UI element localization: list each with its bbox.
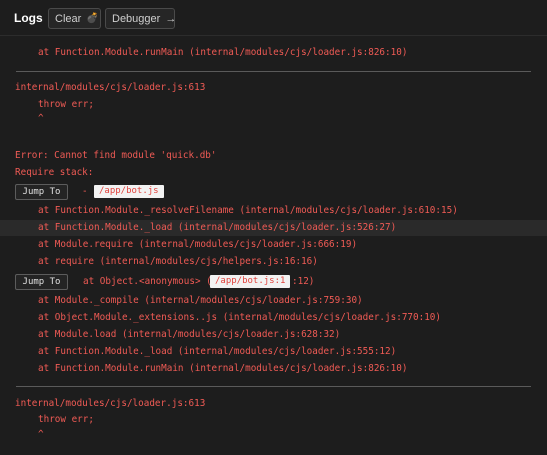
debugger-label: Debugger (112, 12, 161, 25)
file-path-link[interactable]: /app/bot.js (94, 185, 164, 198)
arrow-right-icon: → (165, 12, 177, 25)
jump-prefix: at Object.<anonymous> ( (83, 276, 212, 287)
debugger-button[interactable]: Debugger → (105, 8, 177, 29)
log-separator (16, 386, 531, 387)
jump-to-button[interactable]: Jump To (15, 184, 68, 200)
log-caret-line: ^ (38, 429, 44, 440)
bomb-icon: 💣 (86, 13, 99, 24)
log-file-line: internal/modules/cjs/loader.js:613 (15, 82, 206, 93)
require-stack-label: Require stack: (15, 167, 94, 178)
file-path-link[interactable]: /app/bot.js:1 (210, 275, 291, 288)
jump-to-button[interactable]: Jump To (15, 274, 68, 290)
stack-line: at Function.Module._resolveFilename (int… (38, 205, 458, 216)
stack-line: at Module.require (internal/modules/cjs/… (38, 239, 358, 250)
log-line: at Function.Module.runMain (internal/mod… (38, 47, 408, 58)
jump-prefix: - (82, 186, 88, 197)
logs-header: Logs Clear 💣 Debugger → (0, 0, 547, 36)
stack-line: at Function.Module._load (internal/modul… (38, 346, 397, 357)
jump-suffix: :12) (292, 276, 315, 287)
stack-line: at Function.Module.runMain (internal/mod… (38, 363, 408, 374)
error-message: Error: Cannot find module 'quick.db' (15, 150, 217, 161)
log-separator (16, 71, 531, 72)
log-caret-line: ^ (38, 113, 44, 124)
log-file-line: internal/modules/cjs/loader.js:613 (15, 398, 206, 409)
stack-line: at Function.Module._load (internal/modul… (38, 222, 397, 233)
stack-line: at Object.Module._extensions..js (intern… (38, 312, 441, 323)
stack-line: at Module._compile (internal/modules/cjs… (38, 295, 363, 306)
log-throw-line: throw err; (38, 414, 94, 425)
stack-line: at Module.load (internal/modules/cjs/loa… (38, 329, 341, 340)
logs-title: Logs (14, 11, 43, 25)
clear-button[interactable]: Clear 💣 (48, 8, 101, 29)
clear-label: Clear (55, 12, 82, 25)
log-throw-line: throw err; (38, 99, 94, 110)
stack-line: at require (internal/modules/cjs/helpers… (38, 256, 318, 267)
